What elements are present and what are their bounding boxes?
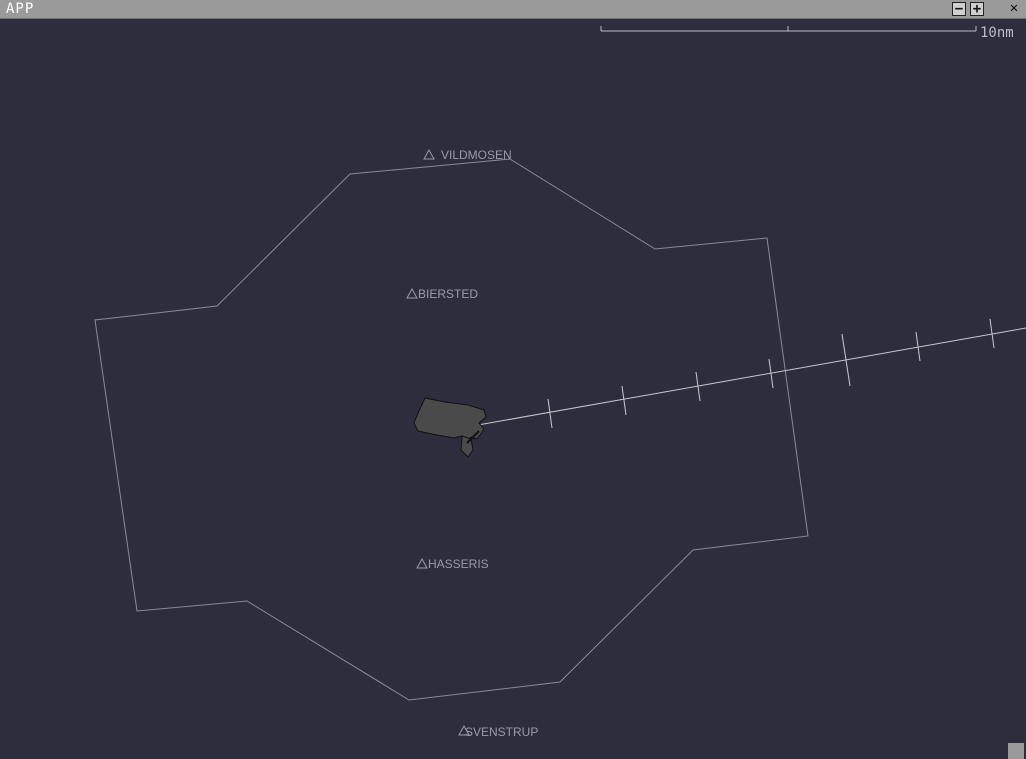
- scale-bar-label: 10nm: [980, 25, 1014, 41]
- point-label: BIERSTED: [418, 287, 478, 301]
- point-biersted: BIERSTED: [406, 287, 478, 301]
- title-bar[interactable]: APP − + ✕: [0, 0, 1026, 19]
- triangle-icon: [406, 287, 418, 299]
- extended-centerline: [477, 318, 1026, 429]
- point-label: HASSERIS: [428, 557, 489, 571]
- radar-window: APP − + ✕ 10nm VILDMOSEN BIERSTED HASSER…: [0, 0, 1026, 759]
- radar-scope[interactable]: 10nm VILDMOSEN BIERSTED HASSERIS SVENSTR…: [0, 19, 1026, 759]
- close-button[interactable]: ✕: [1007, 1, 1021, 16]
- point-vildmosen: VILDMOSEN: [423, 148, 512, 162]
- triangle-icon: [416, 557, 428, 569]
- point-label: SVENSTRUP: [465, 725, 538, 739]
- maximize-button[interactable]: +: [970, 2, 984, 16]
- triangle-icon: [423, 148, 435, 160]
- minimize-button[interactable]: −: [952, 2, 966, 16]
- scale-bar: 10nm: [600, 25, 1014, 41]
- resize-handle[interactable]: [1008, 743, 1024, 759]
- point-hasseris: HASSERIS: [416, 557, 489, 571]
- point-svenstrup: SVENSTRUP: [458, 724, 538, 739]
- airport-area: [413, 397, 487, 458]
- point-label: VILDMOSEN: [441, 148, 512, 162]
- window-title: APP: [6, 1, 35, 17]
